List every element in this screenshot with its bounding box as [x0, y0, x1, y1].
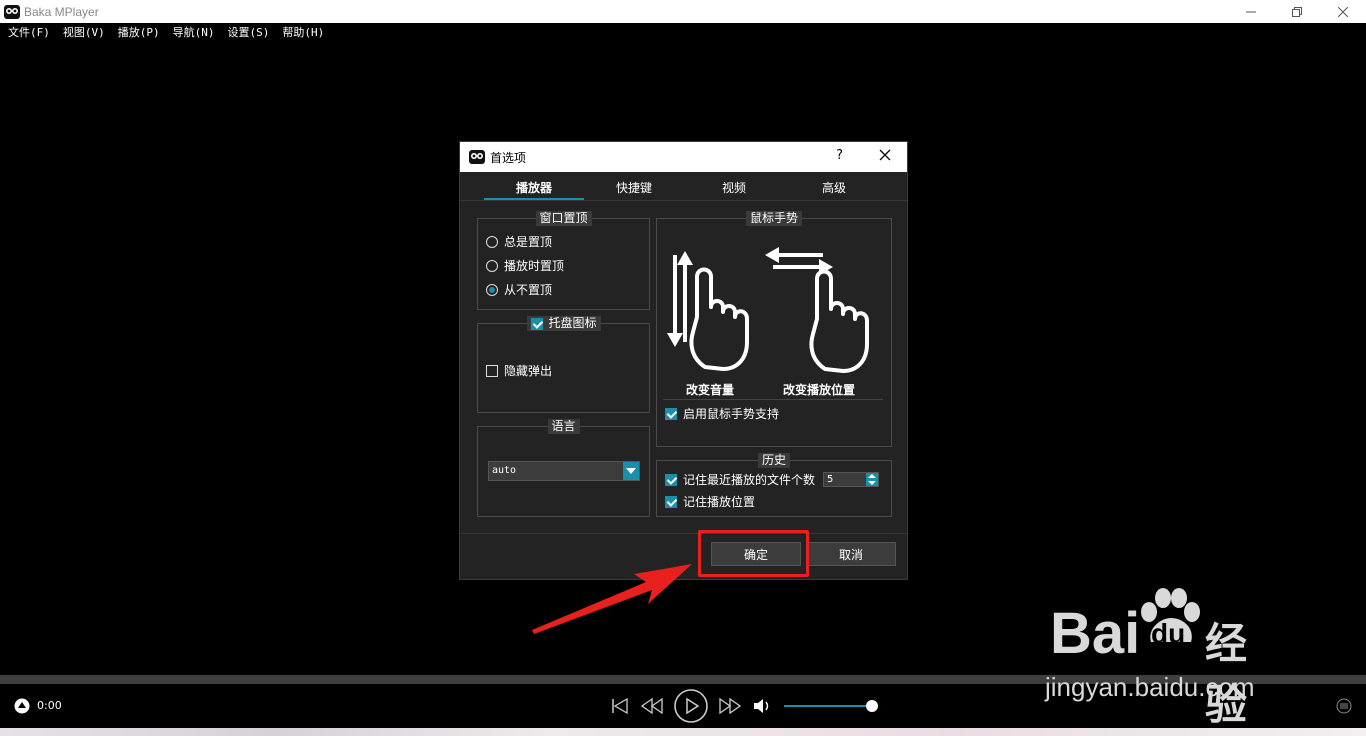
gesture-volume-icon [667, 251, 749, 371]
checkbox-label: 记住最近播放的文件个数 [683, 473, 816, 487]
group-title: 窗口置顶 [535, 211, 592, 226]
tab-player[interactable]: 播放器 [484, 176, 584, 200]
tab-video[interactable]: 视频 [684, 176, 784, 200]
gesture-seek-label: 改变播放位置 [783, 383, 856, 397]
taskbar-strip [0, 728, 1366, 736]
restore-icon [1292, 6, 1302, 17]
highlight-box [698, 530, 809, 577]
radio-indicator [486, 259, 498, 272]
volume-handle[interactable] [866, 700, 879, 712]
help-button[interactable]: ? [836, 148, 843, 163]
volume-icon[interactable] [753, 698, 773, 714]
radio-never-ontop[interactable]: 从不置顶 [486, 281, 552, 298]
preferences-dialog: 首选项 ? 播放器 快捷键 视频 高级 窗口置顶 总是置顶 播放时置顶 从不置顶… [459, 141, 908, 580]
watermark-brand-2: du [1151, 618, 1186, 649]
radio-ontop-playing[interactable]: 播放时置顶 [486, 257, 564, 274]
elapsed-time: 0:00 [37, 699, 62, 712]
volume-slider[interactable] [784, 700, 880, 712]
group-mouse-gesture: 鼠标手势 改变音量 改变播放位置 启用鼠标手势支持 [656, 211, 892, 447]
radio-label: 从不置顶 [504, 283, 553, 297]
dialog-close-icon[interactable] [879, 149, 891, 161]
menu-help[interactable]: 帮助(H) [282, 24, 324, 40]
checkbox-recent-files[interactable]: 记住最近播放的文件个数 5 [665, 471, 880, 488]
group-title: 历史 [757, 453, 791, 468]
gesture-divider [663, 399, 883, 400]
language-value: auto [492, 465, 517, 476]
fast-forward-icon[interactable] [719, 698, 741, 714]
checkbox-indicator [665, 473, 677, 486]
dialog-titlebar: 首选项 ? [460, 142, 907, 172]
recent-count-stepper[interactable]: 5 [823, 472, 880, 487]
rewind-icon[interactable] [641, 698, 663, 714]
play-icon[interactable] [673, 688, 709, 724]
radio-label: 播放时置顶 [504, 259, 565, 273]
cancel-button[interactable]: 取消 [806, 542, 896, 566]
tab-shortcuts[interactable]: 快捷键 [584, 176, 684, 200]
menu-view[interactable]: 视图(V) [63, 24, 105, 40]
stepper-value: 5 [827, 474, 834, 485]
minimize-icon [1246, 11, 1256, 12]
gesture-volume-label: 改变音量 [686, 383, 735, 397]
checkbox-hide-popup[interactable]: 隐藏弹出 [486, 362, 552, 379]
eject-icon[interactable] [14, 698, 30, 714]
menu-navigate[interactable]: 导航(N) [173, 24, 215, 40]
checkbox-enable-gesture[interactable]: 启用鼠标手势支持 [665, 405, 779, 422]
tray-icon-checkbox[interactable]: 托盘图标 [526, 316, 601, 331]
radio-indicator [486, 283, 498, 296]
dialog-title: 首选项 [490, 150, 527, 165]
group-title: 鼠标手势 [745, 211, 803, 226]
checkbox-label: 隐藏弹出 [504, 364, 553, 378]
checkbox-indicator [486, 364, 498, 377]
checkbox-label: 启用鼠标手势支持 [683, 407, 780, 421]
skip-previous-icon[interactable] [611, 698, 629, 714]
playlist-icon[interactable] [1336, 698, 1352, 714]
button-divider [461, 533, 907, 534]
checkbox-indicator [665, 495, 677, 508]
watermark-cn: 经验 [1205, 620, 1248, 728]
stepper-arrows-icon [866, 473, 879, 486]
watermark-url: jingyan.baidu.com [1045, 672, 1255, 702]
radio-indicator [486, 235, 498, 248]
radio-always-ontop[interactable]: 总是置顶 [486, 233, 552, 250]
window-title: Baka MPlayer [24, 4, 99, 19]
group-tray-icon: 托盘图标 隐藏弹出 [477, 316, 650, 413]
menu-settings[interactable]: 设置(S) [228, 24, 270, 40]
radio-label: 总是置顶 [504, 235, 553, 249]
checkbox-indicator [530, 317, 543, 330]
owl-logo-icon [4, 4, 20, 19]
menu-playback[interactable]: 播放(P) [118, 24, 160, 40]
tab-bar: 播放器 快捷键 视频 高级 [484, 176, 884, 200]
menu-bar: 文件(F) 视图(V) 播放(P) 导航(N) 设置(S) 帮助(H) [0, 23, 1366, 41]
tab-advanced[interactable]: 高级 [784, 176, 884, 200]
close-window-button[interactable] [1320, 0, 1366, 23]
group-window-ontop: 窗口置顶 总是置顶 播放时置顶 从不置顶 [477, 211, 650, 310]
watermark-brand: Bai [1050, 601, 1141, 666]
tab-divider [461, 200, 907, 201]
language-select[interactable]: auto [488, 461, 640, 481]
volume-track [784, 705, 873, 707]
group-language: 语言 auto [477, 419, 650, 517]
chevron-down-icon [623, 462, 639, 480]
checkbox-label: 记住播放位置 [683, 495, 756, 509]
red-arrow-icon [532, 564, 692, 634]
minimize-button[interactable] [1228, 0, 1274, 23]
window-titlebar: Baka MPlayer [0, 0, 1366, 23]
restore-button[interactable] [1274, 0, 1320, 23]
checkbox-indicator [665, 407, 677, 420]
close-icon [1338, 6, 1348, 17]
group-history: 历史 记住最近播放的文件个数 5 记住播放位置 [656, 453, 892, 517]
checkbox-remember-position[interactable]: 记住播放位置 [665, 493, 755, 510]
group-title-label: 托盘图标 [548, 316, 597, 330]
menu-file[interactable]: 文件(F) [8, 24, 50, 40]
owl-logo-icon [469, 150, 485, 164]
gesture-seek-icon [765, 247, 869, 373]
group-title: 语言 [547, 419, 580, 434]
